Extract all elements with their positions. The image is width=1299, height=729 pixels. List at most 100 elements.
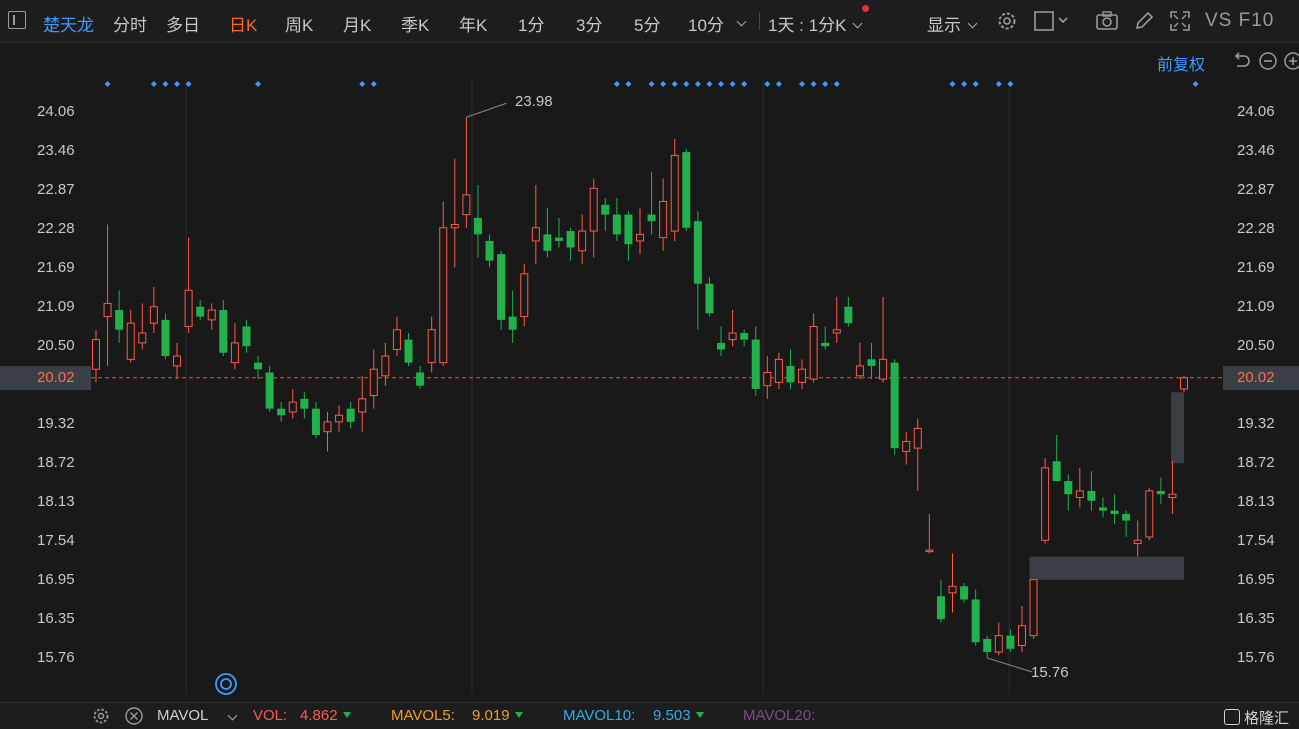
candle-body-up (335, 414, 344, 423)
price-tick-label: 24.06 (37, 103, 75, 120)
sidebar-toggle-icon[interactable] (8, 11, 26, 29)
candle-body-up (207, 309, 216, 321)
signal-marker (359, 81, 366, 87)
high-price-annotation: 23.98 (515, 93, 553, 110)
price-tick-label: 17.54 (37, 531, 75, 549)
display-dropdown[interactable]: 显示 (927, 11, 978, 36)
tab-multi-day[interactable]: 多日 (166, 11, 200, 36)
candle-body-down (821, 342, 830, 347)
candle-body-up (670, 154, 679, 232)
candle-body-down (1064, 481, 1073, 495)
candle-body-up (126, 322, 135, 360)
indicator-bar: MAVOL VOL: 4.862 MAVOL5: 9.019 MAVOL10: … (0, 702, 1299, 729)
zoom-in-icon[interactable] (1282, 50, 1299, 72)
mavol10-label: MAVOL10: (563, 707, 636, 724)
chevron-down-icon (852, 18, 863, 29)
more-periods-chevron-icon[interactable] (736, 16, 747, 27)
current-price-badge: 20.02 (1223, 365, 1299, 390)
tab-weekly-k[interactable]: 周K (285, 11, 313, 36)
candle-body-down (242, 326, 251, 347)
chart-style-dropdown-icon[interactable] (1034, 10, 1070, 32)
candle-body-up (450, 223, 459, 229)
candle-body-up (138, 332, 147, 344)
signal-marker (162, 81, 169, 87)
candle-body-up (578, 230, 587, 252)
fullscreen-icon[interactable] (1169, 10, 1191, 32)
brand-name: 格隆汇 (1244, 710, 1290, 727)
candle-body-down (751, 339, 760, 389)
candle-body-up (902, 441, 911, 452)
tab-10min[interactable]: 10分 (688, 11, 724, 36)
tab-quarterly-k[interactable]: 季K (401, 11, 429, 36)
candle-body-down (960, 586, 969, 600)
vol-value: 4.862 (300, 707, 351, 724)
tab-yearly-k[interactable]: 年K (459, 11, 487, 36)
candle-body-down (1087, 490, 1096, 501)
candle-body-up (832, 329, 841, 334)
candle-body-up (913, 427, 922, 449)
price-tick-label: 21.09 (1237, 298, 1275, 316)
signal-marker (799, 81, 806, 87)
mavol20-label: MAVOL20: (743, 707, 816, 724)
price-adjust-selector[interactable]: 前复权 (1157, 51, 1205, 75)
tab-3min[interactable]: 3分 (576, 11, 602, 36)
stock-name[interactable]: 楚天龙 (43, 11, 94, 36)
candle-body-up (323, 421, 332, 433)
tab-intraday[interactable]: 分时 (113, 11, 147, 36)
price-tick-label: 15.76 (1237, 649, 1275, 666)
tab-daily-k[interactable]: 日K (229, 11, 257, 36)
price-tick-label: 21.69 (37, 258, 75, 276)
brand-watermark: 格隆汇 (1224, 707, 1289, 728)
zoom-out-icon[interactable] (1257, 50, 1279, 72)
search-circle-icon[interactable] (214, 672, 238, 696)
indicator-chevron-down-icon[interactable] (227, 710, 238, 721)
price-tick-label: 23.46 (1237, 142, 1275, 160)
candle-body-down (624, 214, 633, 245)
candle-body-up (1145, 490, 1154, 538)
candle-body-down (1006, 635, 1015, 649)
screenshot-camera-icon[interactable] (1095, 10, 1119, 32)
signal-marker (694, 81, 701, 87)
tab-5min[interactable]: 5分 (634, 11, 660, 36)
tab-1min[interactable]: 1分 (518, 11, 544, 36)
signal-marker (775, 81, 782, 87)
signal-marker (671, 81, 678, 87)
multi-period-label: 1天 : 1分K (768, 16, 847, 35)
price-tick-label: 19.32 (37, 414, 75, 432)
candle-body-up (1029, 579, 1038, 637)
multi-period-dropdown[interactable]: 1天 : 1分K (768, 11, 863, 36)
draw-pencil-icon[interactable] (1133, 10, 1155, 32)
candle-body-down (1122, 513, 1131, 521)
candle-body-up (184, 289, 193, 327)
candle-body-down (971, 599, 980, 643)
chevron-down-icon (967, 18, 978, 29)
mavol5-value: 9.019 (472, 707, 523, 724)
signal-marker (1192, 81, 1199, 87)
candlestick-chart[interactable] (91, 79, 1223, 694)
candle-body-down (693, 221, 702, 284)
candle-body-up (798, 368, 807, 383)
price-tick-label: 18.72 (1237, 454, 1275, 472)
tab-monthly-k[interactable]: 月K (343, 11, 371, 36)
candle-body-up (636, 233, 644, 242)
candle-body-down (508, 316, 517, 330)
candle-body-down (1110, 510, 1119, 514)
candle-body-up (994, 635, 1003, 653)
candle-body-up (173, 355, 182, 367)
candle-body-down (277, 408, 286, 416)
price-tick-label: 18.72 (37, 454, 75, 472)
settings-gear-icon[interactable] (996, 10, 1018, 32)
vs-f10-button[interactable]: VS F10 (1205, 10, 1274, 32)
price-tick-label: 24.06 (1237, 103, 1275, 120)
indicator-name[interactable]: MAVOL (157, 707, 208, 724)
signal-marker (833, 81, 840, 87)
indicator-settings-icon[interactable] (91, 706, 111, 726)
close-indicator-icon[interactable] (124, 706, 144, 726)
reset-undo-icon[interactable] (1230, 50, 1252, 72)
candle-body-down (161, 319, 170, 357)
candle-body-up (230, 342, 239, 364)
price-tick-label: 23.46 (37, 142, 75, 160)
candle-body-down (936, 596, 945, 620)
down-arrow-icon (695, 712, 704, 718)
signal-marker (718, 81, 725, 87)
